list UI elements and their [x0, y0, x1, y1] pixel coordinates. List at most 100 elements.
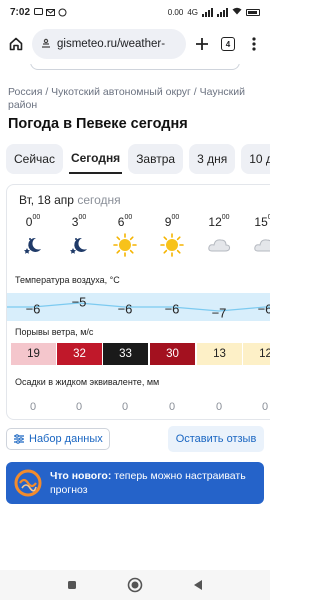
hour-label: 900	[164, 214, 180, 229]
temp-value: −6	[118, 301, 133, 316]
network-type: 4G	[187, 7, 198, 17]
temp-value: −6	[165, 301, 180, 316]
home-icon[interactable]	[6, 34, 26, 54]
feedback-button[interactable]: Оставить отзыв	[168, 426, 264, 452]
period-tabs: Сейчас Сегодня Завтра 3 дня 10 дней	[6, 144, 270, 174]
gust-cell: 12	[243, 343, 270, 365]
hour-value: 3	[71, 215, 79, 229]
temp-value: −6	[258, 301, 270, 316]
gust-cell: 33	[103, 343, 148, 365]
hour-label: 300	[71, 214, 87, 229]
news-bold: Что нового:	[50, 470, 112, 482]
hour-minutes: 00	[78, 214, 87, 221]
gust-row: 193233301312	[7, 343, 270, 365]
temp-value: −5	[72, 294, 87, 309]
today-label: сегодня	[77, 193, 121, 207]
forecast-date: Вт, 18 апр сегодня	[19, 193, 121, 207]
gust-cell: 19	[11, 343, 56, 365]
precip-value: 0	[168, 401, 176, 413]
home-nav-icon[interactable]	[125, 575, 145, 595]
status-right: 0.00 4G	[168, 7, 260, 17]
gust-cell: 30	[150, 343, 195, 365]
status-time: 7:02	[10, 6, 31, 18]
hour-minutes: 00	[171, 214, 180, 221]
tab-3-days[interactable]: 3 дня	[189, 144, 236, 174]
address-bar[interactable]: gismeteo.ru/weather-	[32, 29, 186, 59]
gust-cell: 13	[197, 343, 242, 365]
tab-10-days[interactable]: 10 дней	[241, 144, 270, 174]
breadcrumb[interactable]: Россия / Чукотский автономный округ / Ча…	[8, 86, 266, 112]
date-text: Вт, 18 апр	[19, 193, 74, 207]
temp-label: Температура воздуха, °C	[15, 275, 120, 285]
hour-value: 15	[254, 215, 268, 229]
android-nav-bar	[0, 570, 270, 600]
status-bar: 7:02 0.00 4G	[0, 0, 270, 24]
settings-sliders-icon	[14, 434, 24, 444]
hour-minutes: 00	[32, 214, 41, 221]
moon-stars-icon	[20, 233, 46, 257]
sun-icon	[112, 233, 138, 257]
precip-value: 0	[121, 401, 129, 413]
tab-tomorrow[interactable]: Завтра	[128, 144, 184, 174]
battery-icon	[246, 8, 260, 16]
hour-label: 1200	[208, 214, 230, 229]
dataset-label: Набор данных	[29, 433, 103, 445]
hour-label: 600	[117, 214, 133, 229]
hour-label: 1500	[254, 214, 270, 229]
precip-value: 0	[261, 401, 269, 413]
temp-row: −6 −5 −6 −6 −7 −6	[7, 293, 270, 321]
page-title: Погода в Певеке сегодня	[8, 116, 188, 132]
gismeteo-logo-icon	[14, 469, 42, 497]
precip-value: 0	[29, 401, 37, 413]
precip-value: 0	[215, 401, 223, 413]
gust-cell: 32	[57, 343, 102, 365]
signal-2-icon	[217, 7, 228, 17]
wifi-icon	[232, 7, 242, 17]
temp-value: −7	[212, 305, 227, 320]
tab-count: 4	[221, 37, 235, 51]
precip-value: 0	[75, 401, 83, 413]
mail-notification-icon	[46, 8, 56, 16]
tab-switcher-button[interactable]: 4	[218, 34, 238, 54]
dataset-button[interactable]: Набор данных	[6, 428, 110, 450]
gust-label: Порывы ветра, м/с	[15, 327, 94, 337]
hour-label: 000	[25, 214, 41, 229]
hour-value: 12	[208, 215, 222, 229]
network-speed: 0.00	[167, 7, 184, 17]
url-text: gismeteo.ru/weather-	[57, 38, 166, 50]
signal-icon	[202, 7, 213, 17]
hour-value: 9	[164, 215, 172, 229]
moon-stars-icon	[66, 233, 92, 257]
web-page: Россия / Чукотский автономный округ / Ча…	[0, 64, 270, 570]
back-nav-icon[interactable]	[188, 575, 208, 595]
weather-icons-row	[7, 233, 270, 259]
sun-icon	[159, 233, 185, 257]
hour-minutes: 00	[221, 214, 230, 221]
chat-notification-icon	[34, 7, 44, 15]
temp-value: −6	[26, 301, 41, 316]
hour-value: 0	[25, 215, 33, 229]
cloud-icon	[206, 233, 232, 257]
new-tab-icon[interactable]	[192, 34, 212, 54]
notification-icons	[34, 7, 67, 17]
site-info-icon[interactable]	[40, 37, 52, 52]
site-search-box[interactable]	[30, 64, 240, 70]
precip-row: 0 0 0 0 0 0	[7, 401, 270, 415]
hour-minutes: 00	[268, 214, 270, 221]
temp-chart: −6 −5 −6 −6 −7 −6	[7, 294, 270, 320]
tab-today[interactable]: Сегодня	[68, 144, 123, 174]
hours-row: 00030060090012001500	[7, 214, 270, 231]
hour-value: 6	[117, 215, 125, 229]
recent-apps-icon[interactable]	[62, 575, 82, 595]
hour-minutes: 00	[124, 214, 133, 221]
news-text: Что нового: теперь можно настраивать про…	[50, 469, 256, 497]
temp-line	[7, 302, 270, 312]
app-notification-icon	[58, 8, 67, 16]
browser-toolbar: gismeteo.ru/weather- 4	[0, 26, 270, 62]
tab-now[interactable]: Сейчас	[6, 144, 63, 174]
precip-label: Осадки в жидком эквиваленте, мм	[15, 377, 160, 387]
news-banner[interactable]: Что нового: теперь можно настраивать про…	[6, 462, 264, 504]
cloud-icon	[252, 233, 270, 257]
forecast-card: Вт, 18 апр сегодня 00030060090012001500 …	[6, 184, 270, 420]
more-menu-icon[interactable]	[244, 34, 264, 54]
